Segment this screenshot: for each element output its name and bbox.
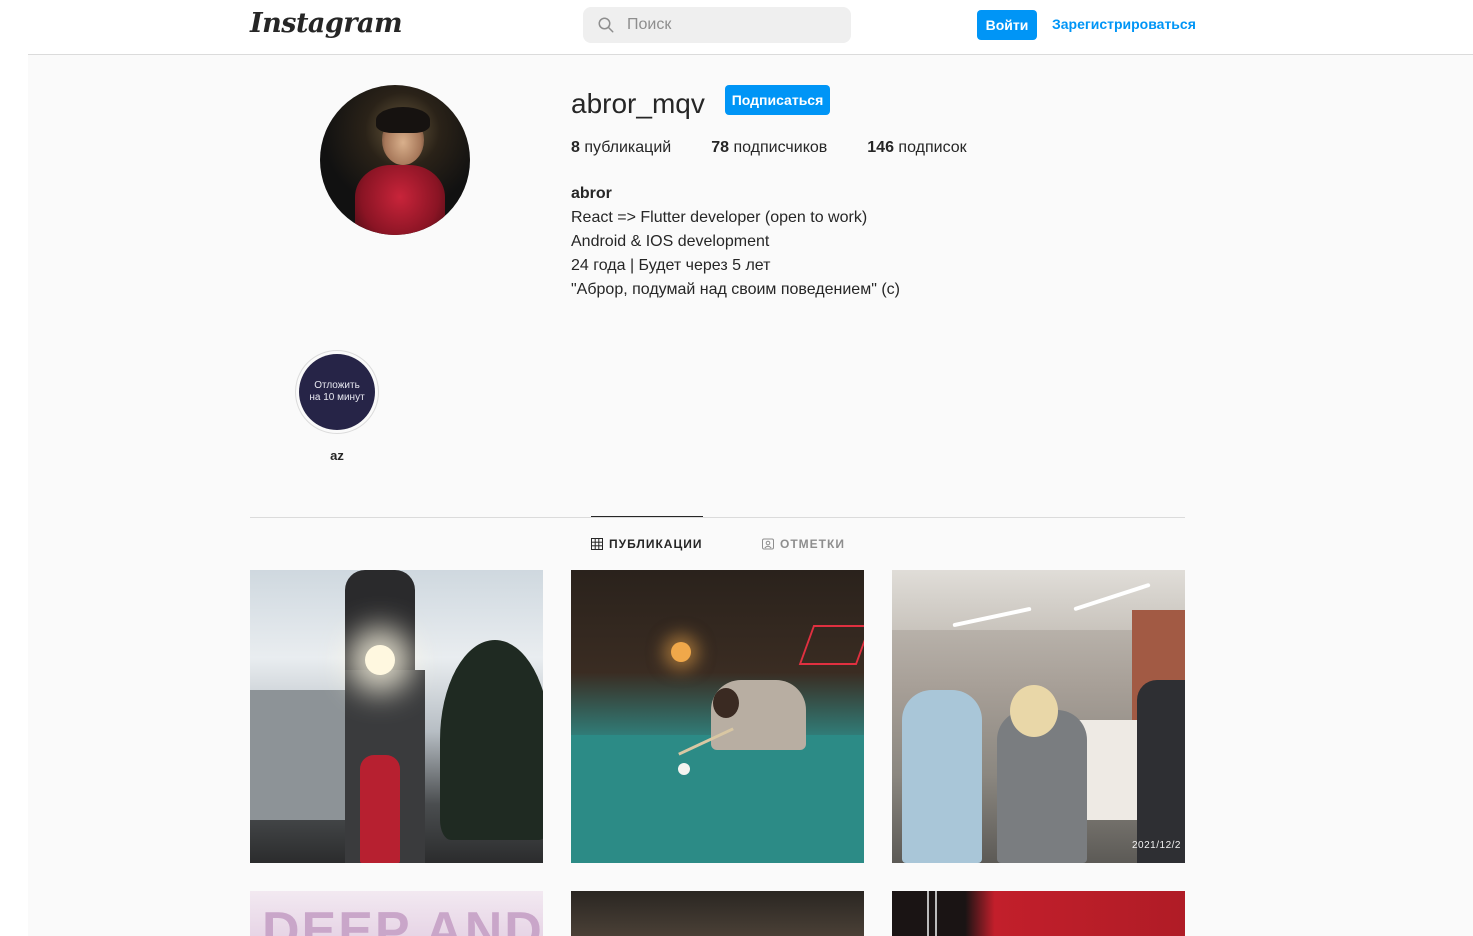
post-scene-player-head [713,688,739,718]
highlight-ring: Отложить на 10 минут [295,350,379,434]
post-scene-person [902,690,982,863]
avatar-figure-hair [376,107,430,133]
post-thumbnail[interactable]: DEEP AND [250,891,543,936]
post-date-stamp: 2021/12/2 [1132,840,1181,851]
post-scene-person-hair [1010,685,1058,737]
bio-line: Android & IOS development [571,233,770,250]
search-icon [598,17,614,33]
profile-username: abror_mqv [571,88,705,119]
grid-icon [591,538,603,550]
tab-tagged-label: ОТМЕТКИ [780,537,845,551]
profile-bio: abror React => Flutter developer (open t… [571,182,900,302]
tab-posts[interactable]: ПУБЛИКАЦИИ [591,537,702,551]
search-input[interactable] [627,16,827,34]
post-scene-neon-sign [798,625,864,665]
bio-name: abror [571,185,612,202]
bio-line: "Аброр, подумай над своим поведением" (c… [571,281,900,298]
post-scene-person [1137,680,1185,863]
post-scene-person [360,755,400,863]
avatar-figure-body [355,165,445,235]
stat-following[interactable]: 146 подписок [867,139,966,157]
post-scene-truss [927,891,937,936]
stat-posts: 8 публикаций [571,139,671,157]
tabs-divider [250,517,1185,518]
post-thumbnail[interactable] [571,891,864,936]
highlight-cover-text: на 10 минут [309,392,365,403]
highlight-cover: Отложить на 10 минут [299,354,375,430]
tab-posts-label: ПУБЛИКАЦИИ [609,537,703,551]
highlight-label: az [330,448,344,463]
tab-tagged[interactable]: ОТМЕТКИ [762,537,845,551]
tagged-user-icon [762,538,774,550]
active-tab-indicator [591,516,703,517]
post-overlay-text: DEEP AND [262,902,543,936]
story-highlight[interactable]: Отложить на 10 минут az [295,350,379,463]
post-thumbnail[interactable] [892,891,1185,936]
post-thumbnail[interactable] [250,570,543,863]
highlight-cover-text: Отложить [314,380,360,391]
follow-button[interactable]: Подписаться [725,85,830,115]
post-scene-ball [678,763,690,775]
signup-link[interactable]: Зарегистрироваться [1052,16,1196,32]
post-thumbnail[interactable]: 2021/12/2 [892,570,1185,863]
stat-followers-count: 78 [711,139,729,156]
bio-line: 24 года | Будет через 5 лет [571,257,771,274]
stat-posts-label: публикаций [579,139,672,156]
search-box[interactable] [583,7,851,43]
top-nav: Instagram Войти Зарегистрироваться [28,0,1473,55]
post-scene-pool-table [571,735,864,863]
instagram-logo[interactable]: Instagram [250,8,403,39]
stat-followers[interactable]: 78 подписчиков [711,139,827,157]
login-button[interactable]: Войти [977,10,1037,40]
bio-line: React => Flutter developer (open to work… [571,209,868,226]
stat-followers-label: подписчиков [729,139,828,156]
post-scene-lamp [671,642,691,662]
stat-following-count: 146 [867,139,894,156]
post-scene-sun [365,645,395,675]
post-scene-building [250,690,345,820]
profile-stats: 8 публикаций 78 подписчиков 146 подписок [571,139,1007,157]
profile-avatar[interactable] [320,85,470,235]
post-scene-tree [440,640,543,840]
stat-posts-count: 8 [571,139,580,156]
post-thumbnail[interactable] [571,570,864,863]
stat-following-label: подписок [893,139,967,156]
